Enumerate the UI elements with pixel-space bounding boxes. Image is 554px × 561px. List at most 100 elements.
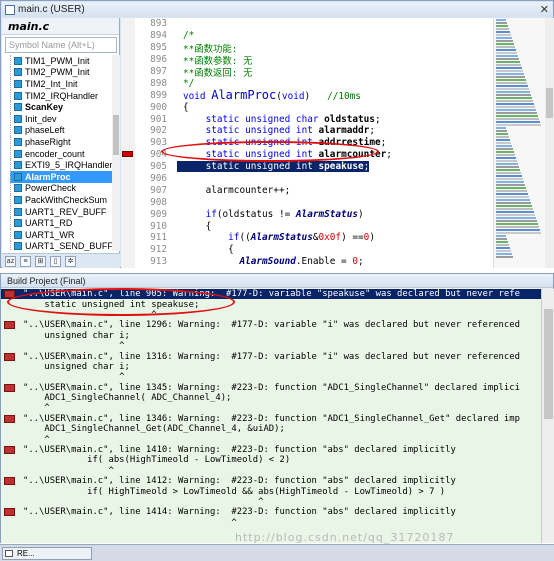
breakpoint-margin[interactable] bbox=[121, 18, 135, 268]
build-output-title: Build Project (Final) bbox=[1, 274, 553, 288]
highlight-annotation bbox=[161, 141, 379, 162]
scroll-thumb[interactable] bbox=[113, 115, 119, 155]
symbol-item[interactable]: phaseLeft bbox=[10, 124, 120, 137]
scroll-thumb[interactable] bbox=[544, 309, 553, 419]
minimap-line bbox=[496, 172, 521, 174]
source-context-line[interactable]: ^ bbox=[1, 518, 541, 528]
minimap-line bbox=[496, 40, 513, 42]
warning-message[interactable]: "..\USER\main.c", line 1414: Warning: #2… bbox=[1, 507, 541, 517]
symbol-item[interactable]: EXTI9_5_IRQHandler bbox=[10, 159, 120, 171]
code-line[interactable]: 899 void AlarmProc(void) //10ms bbox=[135, 88, 493, 102]
symbol-item-label: TIM2_PWM_Init bbox=[25, 67, 90, 78]
symbol-search-input[interactable]: Symbol Name (Alt+L) bbox=[5, 37, 117, 53]
code-line[interactable]: 908 bbox=[135, 196, 493, 208]
symbol-item[interactable]: AlarmProc bbox=[10, 170, 120, 183]
symbol-item[interactable]: encoder_count bbox=[10, 147, 120, 160]
line-number: 908 bbox=[150, 196, 167, 208]
gear-icon[interactable]: ✲ bbox=[65, 255, 76, 267]
minimap-line bbox=[496, 91, 530, 93]
code-text: static unsigned int speakuse; bbox=[177, 161, 370, 173]
source-context-line[interactable]: ^ bbox=[1, 434, 541, 445]
symbol-item[interactable]: phaseRight bbox=[10, 136, 120, 148]
code-text: */ bbox=[183, 77, 195, 89]
code-line[interactable]: 910 { bbox=[135, 220, 493, 232]
warning-icon bbox=[4, 477, 15, 486]
source-context-line[interactable]: ^ bbox=[1, 372, 541, 382]
source-context-line[interactable]: ADC1_SingleChannel_Get(ADC_Channel_4, &u… bbox=[1, 424, 541, 434]
build-output-scrollbar[interactable] bbox=[541, 289, 554, 543]
symbol-item-label: TIM1_PWM_Init bbox=[25, 55, 90, 66]
list-view-icon[interactable]: ≡ bbox=[20, 255, 31, 267]
warning-icon bbox=[4, 352, 15, 361]
source-context-line[interactable]: ^ bbox=[1, 403, 541, 413]
code-line[interactable]: 897 **函数返回: 无 bbox=[135, 66, 493, 79]
symbol-item[interactable]: UART1_WR bbox=[10, 228, 120, 241]
symbol-item[interactable]: TIM1_PWM_Init bbox=[10, 55, 120, 67]
symbol-item[interactable]: TIM2_IRQHandler bbox=[10, 89, 120, 102]
minimap-line bbox=[496, 241, 508, 243]
code-line[interactable]: 911 if((AlarmStatus&0x0f) ==0) bbox=[135, 232, 493, 244]
source-context-line[interactable]: unsigned char i; bbox=[1, 331, 541, 341]
code-line[interactable]: 913 AlarmSound.Enable = 0; bbox=[135, 256, 493, 268]
code-line[interactable]: 909 if(oldstatus != AlarmStatus) bbox=[135, 208, 493, 220]
minimap-line bbox=[496, 64, 521, 66]
symbol-item-label: UART1_REV_BUFF bbox=[25, 206, 107, 217]
watermark: http://blog.csdn.net/qq_31720187 bbox=[235, 531, 455, 544]
source-context-line[interactable]: ^ bbox=[1, 341, 541, 351]
tree-view-icon[interactable]: ⊞ bbox=[35, 255, 46, 267]
code-line[interactable]: 907 alarmcounter++; bbox=[135, 184, 493, 196]
close-icon[interactable]: ✕ bbox=[540, 3, 549, 16]
source-context-line[interactable]: ^ bbox=[1, 466, 541, 476]
warning-message[interactable]: "..\USER\main.c", line 1296: Warning: #1… bbox=[1, 320, 541, 330]
warning-message[interactable]: "..\USER\main.c", line 1316: Warning: #1… bbox=[1, 351, 541, 362]
taskbar-window-button[interactable]: RE... bbox=[2, 547, 92, 560]
source-context-line[interactable]: unsigned char i; bbox=[1, 362, 541, 372]
minimap-line bbox=[496, 28, 509, 30]
source-context-line[interactable]: if( abs(HighTimeold - LowTimeold) < 2) bbox=[1, 455, 541, 465]
minimap-line bbox=[496, 112, 537, 114]
symbol-item[interactable]: UART1_REV_BUFF bbox=[10, 205, 120, 218]
code-line[interactable]: 902 static unsigned int alarmaddr; bbox=[135, 125, 493, 137]
minimap-line bbox=[496, 106, 535, 108]
warning-message[interactable]: "..\USER\main.c", line 1412: Warning: #2… bbox=[1, 476, 541, 486]
warning-marker-icon bbox=[122, 151, 133, 157]
sort-az-icon[interactable]: az bbox=[5, 255, 16, 267]
code-line[interactable]: 906 bbox=[135, 173, 493, 185]
minimap-line bbox=[496, 157, 516, 159]
symbol-item[interactable]: TIM2_Int_Init bbox=[10, 78, 120, 90]
code-line[interactable]: 900 { bbox=[135, 101, 493, 113]
minimap-line bbox=[496, 67, 522, 69]
symbol-item[interactable]: ScanKey bbox=[10, 101, 120, 113]
code-line[interactable]: 905 static unsigned int speakuse; bbox=[135, 161, 493, 173]
editor-scrollbar[interactable] bbox=[545, 18, 554, 268]
source-context-line[interactable]: if( HighTimeold > LowTimeold && abs(High… bbox=[1, 486, 541, 497]
symbol-item[interactable]: UART1_SEND_BUFF bbox=[10, 240, 120, 251]
output-text: unsigned char i; bbox=[23, 361, 130, 372]
book-icon[interactable]: ▯ bbox=[50, 255, 61, 267]
warning-message[interactable]: "..\USER\main.c", line 1410: Warning: #2… bbox=[1, 445, 541, 455]
minimap-line bbox=[496, 184, 525, 186]
symbol-item[interactable]: TIM2_PWM_Init bbox=[10, 66, 120, 79]
warning-message[interactable]: "..\USER\main.c", line 1345: Warning: #2… bbox=[1, 383, 541, 393]
source-context-line[interactable]: ^ bbox=[1, 497, 541, 507]
function-icon bbox=[14, 230, 22, 239]
code-line[interactable]: 901 static unsigned char oldstatus; bbox=[135, 113, 493, 125]
code-line[interactable]: 893 bbox=[135, 18, 493, 30]
symbol-item[interactable]: Init_dev bbox=[10, 112, 120, 125]
warning-message[interactable]: "..\USER\main.c", line 1346: Warning: #2… bbox=[1, 414, 541, 424]
code-line[interactable]: 912 { bbox=[135, 244, 493, 256]
symbol-item[interactable]: PackWithCheckSum bbox=[10, 194, 120, 206]
code-minimap[interactable] bbox=[493, 18, 545, 268]
scroll-thumb[interactable] bbox=[546, 88, 553, 118]
minimap-line bbox=[496, 232, 541, 234]
symbol-item[interactable]: UART1_RD bbox=[10, 217, 120, 229]
minimap-line bbox=[496, 151, 514, 153]
highlight-annotation bbox=[7, 288, 235, 316]
line-number: 898 bbox=[150, 77, 167, 89]
symbol-list-scrollbar[interactable] bbox=[112, 55, 120, 251]
minimap-line bbox=[496, 211, 534, 213]
source-context-line[interactable]: ADC1_SingleChannel( ADC_Channel_4); bbox=[1, 393, 541, 403]
symbol-item[interactable]: PowerCheck bbox=[10, 182, 120, 195]
function-icon bbox=[14, 242, 22, 251]
minimap-line bbox=[496, 79, 526, 81]
